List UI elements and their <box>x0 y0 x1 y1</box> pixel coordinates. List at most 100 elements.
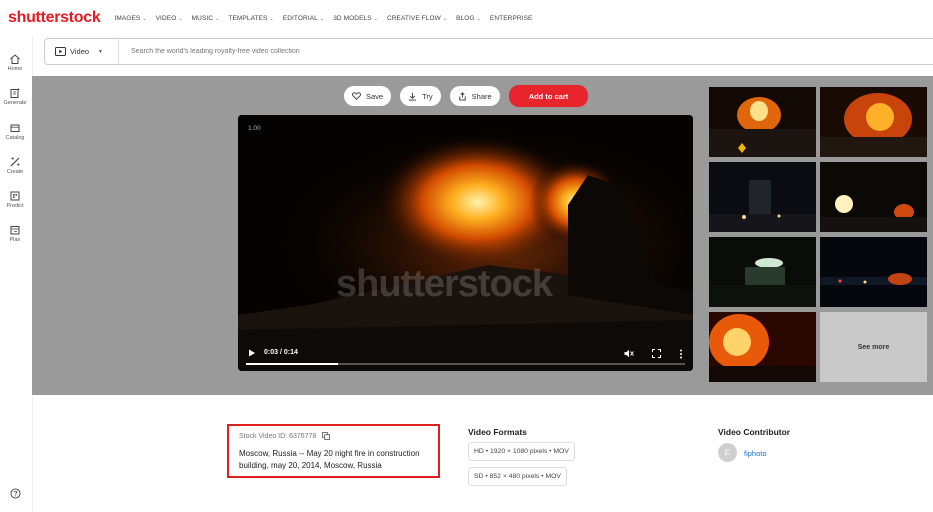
related-clip-thumbnail[interactable] <box>820 87 927 157</box>
left-sidebar: Home Generate Catalog Create Predict Pla… <box>0 36 33 512</box>
nav-music-label: MUSIC <box>191 14 214 22</box>
overlay-timecode: 1.00 <box>248 125 261 132</box>
nav-templates[interactable]: TEMPLATES ⌄ <box>228 15 273 22</box>
chevron-down-icon: ⌄ <box>178 15 183 22</box>
fullscreen-icon[interactable] <box>652 349 661 358</box>
top-navigation: shutterstock IMAGES ⌄ VIDEO ⌄ MUSIC ⌄ TEMPL… <box>0 0 933 36</box>
download-icon <box>409 92 417 101</box>
share-button[interactable]: Share <box>449 86 500 106</box>
sidebar-item-create[interactable]: Create <box>0 156 30 175</box>
chevron-down-icon: ⌄ <box>319 15 325 22</box>
chevron-down-icon: ⌄ <box>373 15 378 22</box>
thumbnail-image <box>709 162 816 232</box>
shutterstock-logo[interactable]: shutterstock <box>8 9 101 27</box>
chevron-down-icon: ⌄ <box>442 15 448 22</box>
nav-video-label: VIDEO <box>155 14 177 22</box>
clip-description: Moscow, Russia -- May 20 night fire in c… <box>239 449 420 470</box>
catalog-icon <box>10 124 20 132</box>
action-bar: Save Try Share Add to cart <box>344 85 589 107</box>
stock-id-text: Stock Video ID: 6376778 <box>239 432 317 440</box>
predict-icon <box>10 191 20 201</box>
related-clip-thumbnail[interactable] <box>709 162 816 232</box>
related-clip-thumbnail[interactable] <box>820 162 927 232</box>
nav-blog[interactable]: BLOG ⌄ <box>456 15 481 22</box>
progress-bar[interactable] <box>246 363 685 365</box>
video-formats-heading: Video Formats <box>468 427 527 437</box>
chevron-down-icon: ⌄ <box>269 15 274 22</box>
contributor-name-link[interactable]: fiphoto <box>744 449 767 458</box>
media-type-select[interactable]: Video ▼ <box>45 39 119 64</box>
watermark: shutterstock <box>336 263 553 305</box>
thumbnail-image <box>709 312 816 382</box>
sidebar-item-generate[interactable]: Generate <box>0 87 30 106</box>
format-option-hd[interactable]: HD • 1920 × 1080 pixels • MOV <box>468 442 575 461</box>
related-clip-thumbnail[interactable] <box>709 237 816 307</box>
nav-images-label: IMAGES <box>114 14 141 22</box>
sidebar-item-label: Catalog <box>5 135 25 141</box>
main-nav: IMAGES ⌄ VIDEO ⌄ MUSIC ⌄ TEMPLATES ⌄ EDITORI… <box>114 15 541 22</box>
caret-down-icon: ▼ <box>98 48 103 55</box>
media-type-label: Video <box>70 47 90 56</box>
generate-icon <box>10 88 20 98</box>
related-clip-thumbnail[interactable] <box>709 312 816 382</box>
nav-templates-label: TEMPLATES <box>228 14 268 22</box>
related-clip-thumbnail[interactable] <box>820 237 927 307</box>
clip-details-box: Stock Video ID: 6376778 Moscow, Russia -… <box>227 424 440 478</box>
nav-blog-label: BLOG <box>456 14 475 22</box>
nav-video[interactable]: VIDEO ⌄ <box>156 15 183 22</box>
playback-time: 0:03 / 0:14 <box>264 349 298 356</box>
video-frame <box>238 115 693 371</box>
nav-images[interactable]: IMAGES ⌄ <box>114 15 146 22</box>
nav-3d-models[interactable]: 3D MODELS ⌄ <box>333 15 378 22</box>
thumbnail-image <box>820 162 927 232</box>
mute-icon[interactable] <box>624 349 634 358</box>
copy-icon[interactable] <box>322 432 331 440</box>
thumbnail-image <box>820 237 927 307</box>
nav-editorial[interactable]: EDITORIAL ⌄ <box>283 15 324 22</box>
try-button[interactable]: Try <box>400 86 441 106</box>
more-options-icon[interactable] <box>679 349 683 359</box>
thumbnail-image <box>820 87 927 157</box>
try-label: Try <box>422 91 433 101</box>
nav-creative-flow-label: CREATIVE FLOW <box>386 14 441 22</box>
video-icon <box>55 47 66 56</box>
play-icon[interactable] <box>248 349 256 357</box>
chevron-down-icon: ⌄ <box>215 15 220 22</box>
add-to-cart-button[interactable]: Add to cart <box>508 85 589 107</box>
home-icon <box>10 54 20 64</box>
help-button[interactable] <box>5 486 25 504</box>
create-icon <box>10 157 20 167</box>
nav-music[interactable]: MUSIC ⌄ <box>192 15 220 22</box>
save-label: Save <box>366 91 384 101</box>
see-more-button[interactable]: See more <box>820 312 927 382</box>
search-bar: Video ▼ <box>44 38 933 65</box>
progress-fill <box>246 363 339 365</box>
contributor-avatar[interactable]: F <box>718 443 737 462</box>
thumbnail-image <box>709 237 816 307</box>
share-icon <box>459 91 466 101</box>
stock-id: Stock Video ID: 6376778 <box>239 432 331 440</box>
chevron-down-icon: ⌄ <box>142 15 147 22</box>
nav-editorial-label: EDITORIAL <box>282 14 318 22</box>
sidebar-item-label: Home <box>7 66 23 72</box>
nav-enterprise[interactable]: ENTERPRISE <box>490 15 533 22</box>
thumbnail-image <box>709 87 816 157</box>
search-input[interactable] <box>129 47 733 56</box>
chevron-down-icon: ⌄ <box>476 15 481 22</box>
sidebar-item-home[interactable]: Home <box>0 53 30 72</box>
nav-3d-models-label: 3D MODELS <box>333 14 372 22</box>
player-controls: 0:03 / 0:14 <box>238 339 693 371</box>
sidebar-item-label: Generate <box>3 100 27 106</box>
sidebar-item-plan[interactable]: Plan <box>0 224 30 243</box>
related-clip-thumbnail[interactable] <box>709 87 816 157</box>
sidebar-item-label: Create <box>6 169 24 175</box>
sidebar-item-predict[interactable]: Predict <box>0 190 30 209</box>
video-player[interactable]: 1.00 shutterstock 0:03 / 0:14 <box>238 115 693 371</box>
nav-enterprise-label: ENTERPRISE <box>489 14 533 22</box>
heart-icon <box>352 92 361 100</box>
sidebar-item-catalog[interactable]: Catalog <box>0 122 30 141</box>
plan-icon <box>10 226 20 235</box>
format-option-sd[interactable]: SD • 852 × 480 pixels • MOV <box>468 467 567 486</box>
nav-creative-flow[interactable]: CREATIVE FLOW ⌄ <box>387 15 447 22</box>
save-button[interactable]: Save <box>344 86 392 106</box>
